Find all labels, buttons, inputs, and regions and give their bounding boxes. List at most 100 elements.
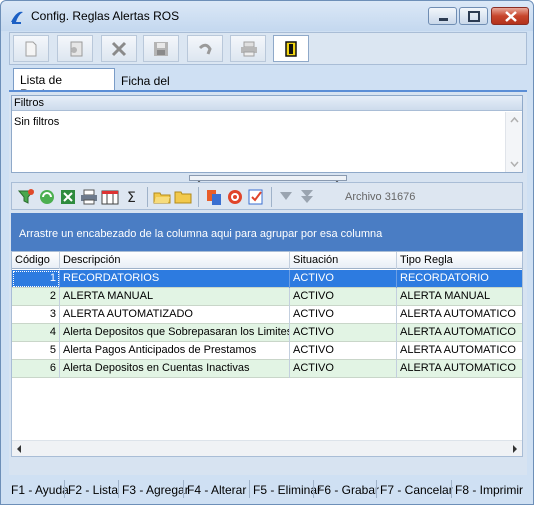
splitter-handle[interactable] — [189, 175, 347, 185]
folder-icon[interactable] — [174, 188, 192, 206]
table-row[interactable]: 2 ALERTA MANUAL ACTIVO ALERTA MANUAL — [12, 288, 522, 306]
filters-panel: Filtros Sin filtros — [11, 95, 523, 173]
cell-codigo[interactable]: 2 — [12, 288, 60, 306]
export-icon[interactable] — [59, 188, 77, 206]
filters-scrollbar[interactable] — [505, 112, 522, 172]
new-document-icon — [25, 41, 37, 57]
column-header-situacion[interactable]: Situación — [290, 252, 397, 269]
f1-help-key[interactable]: F1 - Ayuda — [11, 483, 69, 497]
cell-situacion[interactable]: ACTIVO — [290, 288, 397, 306]
toolbar-separator — [147, 187, 148, 207]
undo-icon — [198, 43, 212, 55]
f2-list-key[interactable]: F2 - Lista — [68, 483, 118, 497]
new-button[interactable] — [13, 35, 49, 62]
minimize-button[interactable] — [428, 7, 457, 25]
cell-tipo-regla[interactable]: ALERTA AUTOMATICO — [397, 342, 522, 360]
cell-codigo[interactable]: 3 — [12, 306, 60, 324]
table-row[interactable]: 4 Alerta Depositos que Sobrepasaran los … — [12, 324, 522, 342]
table-row[interactable]: 5 Alerta Pagos Anticipados de Prestamos … — [12, 342, 522, 360]
print-icon — [241, 41, 257, 57]
open-folder-icon[interactable] — [153, 188, 171, 206]
save-button[interactable] — [143, 35, 179, 62]
f4-edit-key[interactable]: F4 - Alterar — [187, 483, 246, 497]
filters-text[interactable]: Sin filtros — [14, 116, 59, 128]
group-by-hint: Arrastre un encabezado de la columna aqu… — [19, 228, 383, 240]
cell-descripcion[interactable]: ALERTA AUTOMATIZADO — [60, 306, 290, 324]
cell-codigo[interactable]: 5 — [12, 342, 60, 360]
cell-situacion[interactable]: ACTIVO — [290, 360, 397, 378]
status-separator — [183, 480, 184, 498]
cell-tipo-regla[interactable]: ALERTA AUTOMATICO — [397, 360, 522, 378]
exit-door-icon — [285, 41, 297, 57]
table-row[interactable]: 3 ALERTA AUTOMATIZADO ACTIVO ALERTA AUTO… — [12, 306, 522, 324]
copy-icon[interactable] — [205, 188, 223, 206]
grid-horizontal-scrollbar[interactable] — [12, 440, 522, 456]
columns-icon[interactable] — [101, 188, 119, 206]
cell-descripcion[interactable]: Alerta Depositos en Cuentas Inactivas — [60, 360, 290, 378]
f7-cancel-key[interactable]: F7 - Cancelar — [380, 483, 453, 497]
stop-icon[interactable] — [226, 188, 244, 206]
status-separator — [451, 480, 452, 498]
column-header-descripcion[interactable]: Descripción — [60, 252, 290, 269]
cell-situacion[interactable]: ACTIVO — [290, 306, 397, 324]
checklist-icon[interactable] — [247, 188, 265, 206]
panel-splitter[interactable] — [9, 174, 527, 185]
exit-button[interactable] — [273, 35, 309, 62]
refresh-icon[interactable] — [38, 188, 56, 206]
close-icon — [505, 11, 517, 22]
cell-codigo[interactable]: 1 — [12, 270, 60, 288]
tab-ficha-registro[interactable]: Ficha del Registro — [115, 70, 215, 102]
title-bar[interactable]: Config. Reglas Alertas ROS — [1, 1, 533, 31]
f6-save-key[interactable]: F6 - Grabar — [317, 483, 379, 497]
delete-button[interactable] — [101, 35, 137, 62]
tab-content: Filtros Sin filtros Σ Archivo 31676 Arra… — [9, 92, 527, 475]
grid-header: Código Descripción Situación Tipo Regla — [12, 252, 522, 269]
group-by-bar[interactable]: Arrastre un encabezado de la columna aqu… — [11, 213, 523, 251]
print-button[interactable] — [230, 35, 266, 62]
delete-icon — [111, 41, 127, 57]
filter-icon[interactable] — [17, 188, 35, 206]
app-window: Config. Reglas Alertas ROS Lista de Fich… — [0, 0, 534, 505]
move-down-icon[interactable] — [277, 188, 295, 206]
cell-tipo-regla[interactable]: ALERTA AUTOMATICO — [397, 306, 522, 324]
table-row[interactable]: 6 Alerta Depositos en Cuentas Inactivas … — [12, 360, 522, 378]
cell-situacion[interactable]: ACTIVO — [290, 342, 397, 360]
grid-print-icon[interactable] — [80, 188, 98, 206]
filters-header: Filtros — [12, 96, 522, 111]
status-separator — [249, 480, 250, 498]
cell-tipo-regla[interactable]: ALERTA MANUAL — [397, 288, 522, 306]
column-header-tipo-regla[interactable]: Tipo Regla — [397, 252, 522, 269]
sum-icon[interactable]: Σ — [123, 188, 141, 206]
close-button[interactable] — [491, 7, 529, 25]
maximize-button[interactable] — [459, 7, 488, 25]
f8-print-key[interactable]: F8 - Imprimir — [455, 483, 523, 497]
edit-button[interactable] — [57, 35, 93, 62]
grid-toolbar: Σ Archivo 31676 — [11, 182, 523, 210]
cell-situacion[interactable]: ACTIVO — [290, 324, 397, 342]
cell-descripcion[interactable]: ALERTA MANUAL — [60, 288, 290, 306]
minimize-icon — [439, 18, 448, 21]
cell-codigo[interactable]: 4 — [12, 324, 60, 342]
cell-tipo-regla[interactable]: RECORDATORIO — [397, 270, 522, 288]
table-row[interactable]: 1 RECORDATORIOS ACTIVO RECORDATORIO — [12, 270, 522, 288]
archivo-label: Archivo 31676 — [345, 191, 416, 203]
cell-descripcion[interactable]: Alerta Depositos que Sobrepasaran los Li… — [60, 324, 290, 342]
function-key-bar: F1 - Ayuda F2 - Lista F3 - Agregar F4 - … — [5, 478, 531, 500]
f3-add-key[interactable]: F3 - Agregar — [122, 483, 189, 497]
cell-descripcion[interactable]: Alerta Pagos Anticipados de Prestamos — [60, 342, 290, 360]
cell-tipo-regla[interactable]: ALERTA AUTOMATICO — [397, 324, 522, 342]
f5-delete-key[interactable]: F5 - Eliminar — [253, 483, 321, 497]
tab-lista-registros[interactable]: Lista de Registros — [13, 68, 115, 101]
main-toolbar — [9, 32, 527, 65]
cell-situacion[interactable]: ACTIVO — [290, 270, 397, 288]
move-last-icon[interactable] — [298, 188, 316, 206]
cell-descripcion[interactable]: RECORDATORIOS — [60, 270, 290, 288]
cell-codigo[interactable]: 6 — [12, 360, 60, 378]
undo-button[interactable] — [187, 35, 223, 62]
edit-document-icon — [70, 41, 83, 57]
status-separator — [376, 480, 377, 498]
status-separator — [313, 480, 314, 498]
window-title: Config. Reglas Alertas ROS — [31, 9, 180, 23]
scroll-arrows-icon — [510, 116, 519, 168]
column-header-codigo[interactable]: Código — [12, 252, 60, 269]
